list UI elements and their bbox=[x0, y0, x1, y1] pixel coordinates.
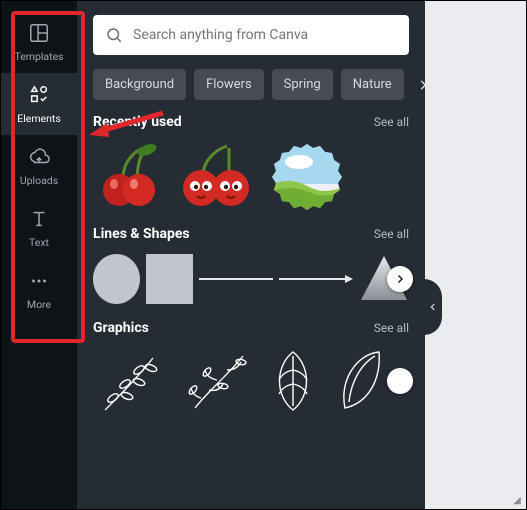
element-branch-leaves-2[interactable] bbox=[179, 346, 255, 416]
chip-flowers[interactable]: Flowers bbox=[194, 69, 264, 100]
search-input[interactable] bbox=[133, 27, 397, 43]
sidebar-item-label: Elements bbox=[17, 112, 61, 125]
element-line[interactable] bbox=[199, 254, 273, 304]
elements-icon bbox=[28, 84, 50, 106]
element-circle[interactable] bbox=[93, 254, 140, 304]
uploads-icon bbox=[28, 146, 50, 168]
sidebar-item-templates[interactable]: Templates bbox=[1, 11, 77, 73]
element-arrow-line[interactable] bbox=[279, 254, 353, 304]
chip-background[interactable]: Background bbox=[93, 69, 186, 100]
sidebar-item-elements[interactable]: Elements bbox=[1, 73, 77, 135]
sidebar: Templates Elements Uploads Text More bbox=[1, 1, 77, 509]
chevron-right-icon bbox=[394, 375, 406, 387]
sidebar-item-uploads[interactable]: Uploads bbox=[1, 135, 77, 197]
see-all-link[interactable]: See all bbox=[374, 115, 409, 129]
sidebar-item-text[interactable]: Text bbox=[1, 197, 77, 259]
text-icon bbox=[28, 208, 50, 230]
elements-panel: Background Flowers Spring Nature Recentl… bbox=[77, 1, 425, 509]
sidebar-item-label: More bbox=[27, 298, 51, 311]
chip-row: Background Flowers Spring Nature bbox=[93, 69, 409, 100]
chevron-right-icon bbox=[416, 78, 430, 92]
section-lines-shapes: Lines & Shapes See all bbox=[93, 226, 409, 306]
see-all-link[interactable]: See all bbox=[374, 227, 409, 241]
chevron-left-icon bbox=[428, 302, 438, 312]
sidebar-item-label: Uploads bbox=[20, 174, 58, 187]
canvas-area[interactable] bbox=[425, 1, 526, 509]
see-all-link[interactable]: See all bbox=[374, 321, 409, 335]
chips-next-button[interactable] bbox=[412, 74, 434, 96]
element-branch-leaves-1[interactable] bbox=[93, 346, 169, 416]
section-graphics: Graphics See all bbox=[93, 320, 409, 416]
element-curved-leaf[interactable] bbox=[331, 346, 387, 416]
element-square[interactable] bbox=[146, 254, 193, 304]
section-title: Lines & Shapes bbox=[93, 226, 190, 242]
row-next-button[interactable] bbox=[387, 368, 413, 394]
element-leaf-outline[interactable] bbox=[265, 346, 321, 416]
row-next-button[interactable] bbox=[387, 266, 413, 292]
section-recently-used: Recently used See all bbox=[93, 114, 409, 212]
search-icon bbox=[105, 26, 123, 44]
section-title: Graphics bbox=[93, 320, 149, 336]
chip-nature[interactable]: Nature bbox=[341, 69, 404, 100]
element-landscape-badge[interactable] bbox=[269, 140, 345, 212]
templates-icon bbox=[28, 22, 50, 44]
element-cherries[interactable] bbox=[93, 142, 165, 210]
section-title: Recently used bbox=[93, 114, 182, 130]
sidebar-item-label: Templates bbox=[14, 50, 63, 63]
more-icon bbox=[28, 270, 50, 292]
search-bar[interactable] bbox=[93, 15, 409, 55]
sidebar-item-more[interactable]: More bbox=[1, 259, 77, 321]
scroll-indicator-icon: ◢ bbox=[510, 493, 524, 507]
chevron-right-icon bbox=[394, 273, 406, 285]
chip-spring[interactable]: Spring bbox=[272, 69, 333, 100]
sidebar-item-label: Text bbox=[29, 236, 49, 249]
element-cherries-cartoon[interactable] bbox=[175, 142, 259, 210]
